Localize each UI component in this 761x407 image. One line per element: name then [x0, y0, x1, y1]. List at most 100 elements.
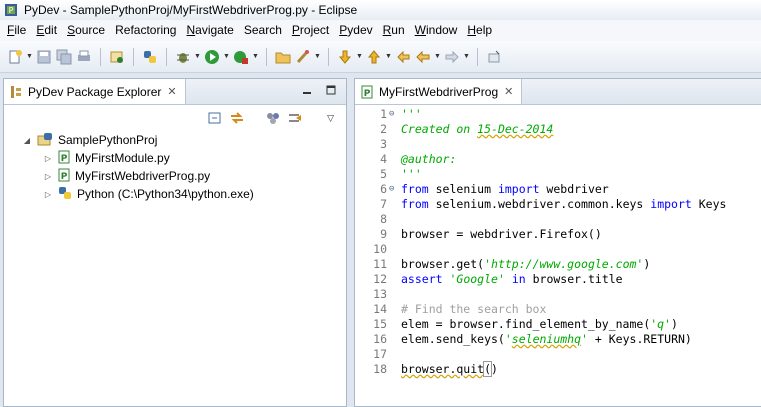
eclipse-app-icon: P: [5, 4, 17, 16]
back-icon[interactable]: [414, 48, 432, 66]
fold-gutter: [389, 287, 399, 302]
fold-gutter: [389, 302, 399, 317]
code-line[interactable]: 18 browser.quit(): [363, 361, 726, 377]
line-number: 4: [380, 152, 387, 166]
menu-search[interactable]: Search: [239, 20, 287, 41]
code-editor[interactable]: 1 ⊖ ''' 2 Created on 15-Dec-2014 3 4 @author: 5 '…: [355, 105, 761, 407]
code-line[interactable]: 12 assert 'Google' in browser.title: [363, 272, 726, 287]
menu-edit[interactable]: Edit: [31, 20, 62, 41]
brush-dropdown-icon[interactable]: ▼: [314, 48, 321, 66]
tree-item[interactable]: ▷ P MyFirstModule.py: [22, 149, 346, 167]
menu-help[interactable]: Help: [462, 20, 497, 41]
code-line[interactable]: 8: [363, 212, 726, 227]
code-line[interactable]: 6 ⊖ from selenium import webdriver: [363, 182, 726, 197]
collapsed-arrow-icon[interactable]: ▷: [43, 154, 53, 163]
code-text: # Find the search box: [399, 302, 546, 317]
code-line[interactable]: 14 # Find the search box: [363, 302, 726, 317]
new-icon[interactable]: [6, 48, 24, 66]
code-line[interactable]: 7 from selenium.webdriver.common.keys imp…: [363, 197, 726, 212]
python-icon[interactable]: [141, 48, 159, 66]
toolbar-separator: [166, 47, 167, 66]
code-text: browser.quit(): [399, 361, 498, 377]
code-line[interactable]: 4 @author:: [363, 152, 726, 167]
code-text: from selenium import webdriver: [399, 182, 609, 197]
menu-navigate[interactable]: Navigate: [181, 20, 238, 41]
close-icon[interactable]: ✕: [504, 85, 513, 98]
fold-collapse-icon[interactable]: ⊖: [389, 182, 399, 197]
last-edit-location-icon[interactable]: [394, 48, 412, 66]
fold-gutter: [389, 122, 399, 137]
tree-item[interactable]: ▷ P MyFirstWebdriverProg.py: [22, 167, 346, 185]
save-all-icon[interactable]: [55, 48, 73, 66]
tab-pydev-package-explorer[interactable]: PyDev Package Explorer ✕: [4, 79, 186, 104]
fold-gutter: [389, 362, 399, 377]
code-token: seleniumhq: [511, 332, 582, 346]
open-type-icon[interactable]: [108, 48, 126, 66]
collapsed-arrow-icon[interactable]: ▷: [43, 190, 53, 199]
code-token: ': [581, 332, 588, 346]
code-line[interactable]: 3: [363, 137, 726, 152]
menu-run[interactable]: Run: [378, 20, 410, 41]
menu-source[interactable]: Source: [62, 20, 110, 41]
toolbar-separator: [100, 47, 101, 66]
debug-dropdown-icon[interactable]: ▼: [194, 48, 201, 66]
code-line[interactable]: 16 elem.send_keys('seleniumhq' + Keys.RET…: [363, 332, 726, 347]
new-dropdown-icon[interactable]: ▼: [26, 48, 33, 66]
run-dropdown-icon[interactable]: ▼: [223, 48, 230, 66]
forward-dropdown-icon[interactable]: ▼: [463, 48, 470, 66]
print-icon[interactable]: [75, 48, 93, 66]
pin-editor-icon[interactable]: [485, 48, 503, 66]
run-icon[interactable]: [203, 48, 221, 66]
link-with-editor-icon[interactable]: [229, 110, 245, 126]
code-line[interactable]: 5 ''': [363, 167, 726, 182]
focus-on-active-task-icon[interactable]: [287, 110, 303, 126]
code-line[interactable]: 11 browser.get('http://www.google.com'): [363, 257, 726, 272]
filters-icon[interactable]: [265, 110, 281, 126]
code-line[interactable]: 1 ⊖ ''': [363, 107, 726, 122]
previous-annotation-icon[interactable]: [365, 48, 383, 66]
back-dropdown-icon[interactable]: ▼: [434, 48, 441, 66]
save-icon[interactable]: [35, 48, 53, 66]
python-interpreter-icon: [58, 186, 72, 203]
tree-item[interactable]: ▷ Python (C:\Python34\python.exe): [22, 185, 346, 203]
menu-pydev[interactable]: Pydev: [334, 20, 377, 41]
view-menu-icon[interactable]: ▽: [327, 113, 334, 124]
brush-icon[interactable]: [294, 48, 312, 66]
debug-icon[interactable]: [174, 48, 192, 66]
previous-annotation-dropdown-icon[interactable]: ▼: [385, 48, 392, 66]
code-token: elem.send_keys(: [401, 332, 505, 346]
menu-file[interactable]: File: [2, 20, 31, 41]
code-line[interactable]: 15 elem = browser.find_element_by_name('q…: [363, 317, 726, 332]
code-text: browser.get('http://www.google.com'): [399, 257, 650, 272]
external-tools-icon[interactable]: [232, 48, 250, 66]
next-annotation-icon[interactable]: [336, 48, 354, 66]
code-line[interactable]: 2 Created on 15-Dec-2014: [363, 122, 726, 137]
menu-refactoring[interactable]: Refactoring: [110, 20, 181, 41]
python-file-icon: P: [58, 150, 70, 167]
collapse-all-icon[interactable]: [207, 110, 223, 126]
code-line[interactable]: 13: [363, 287, 726, 302]
code-token: assert: [401, 272, 443, 286]
close-icon[interactable]: ✕: [167, 85, 176, 98]
code-line[interactable]: 17: [363, 347, 726, 362]
expanded-arrow-icon[interactable]: ◢: [22, 136, 32, 145]
open-folder-icon[interactable]: [274, 48, 292, 66]
code-lines[interactable]: 1 ⊖ ''' 2 Created on 15-Dec-2014 3 4 @author: 5 '…: [363, 107, 726, 377]
maximize-icon[interactable]: [326, 85, 336, 95]
line-number: 2: [380, 122, 387, 136]
code-text: ''': [399, 167, 422, 182]
next-annotation-dropdown-icon[interactable]: ▼: [356, 48, 363, 66]
code-line[interactable]: 9 browser = webdriver.Firefox(): [363, 227, 726, 242]
fold-collapse-icon[interactable]: ⊖: [389, 107, 399, 122]
menu-window[interactable]: Window: [410, 20, 463, 41]
svg-text:P: P: [9, 6, 14, 15]
tree-item[interactable]: ◢ SamplePythonProj: [22, 131, 346, 149]
external-tools-dropdown-icon[interactable]: ▼: [252, 48, 259, 66]
tab-myfirstwebdriverprog[interactable]: P MyFirstWebdriverProg ✕: [355, 79, 523, 104]
minimize-icon[interactable]: [302, 85, 312, 95]
code-line[interactable]: 10: [363, 242, 726, 257]
forward-icon[interactable]: [443, 48, 461, 66]
line-number: 12: [373, 272, 387, 286]
menu-project[interactable]: Project: [287, 20, 334, 41]
collapsed-arrow-icon[interactable]: ▷: [43, 172, 53, 181]
